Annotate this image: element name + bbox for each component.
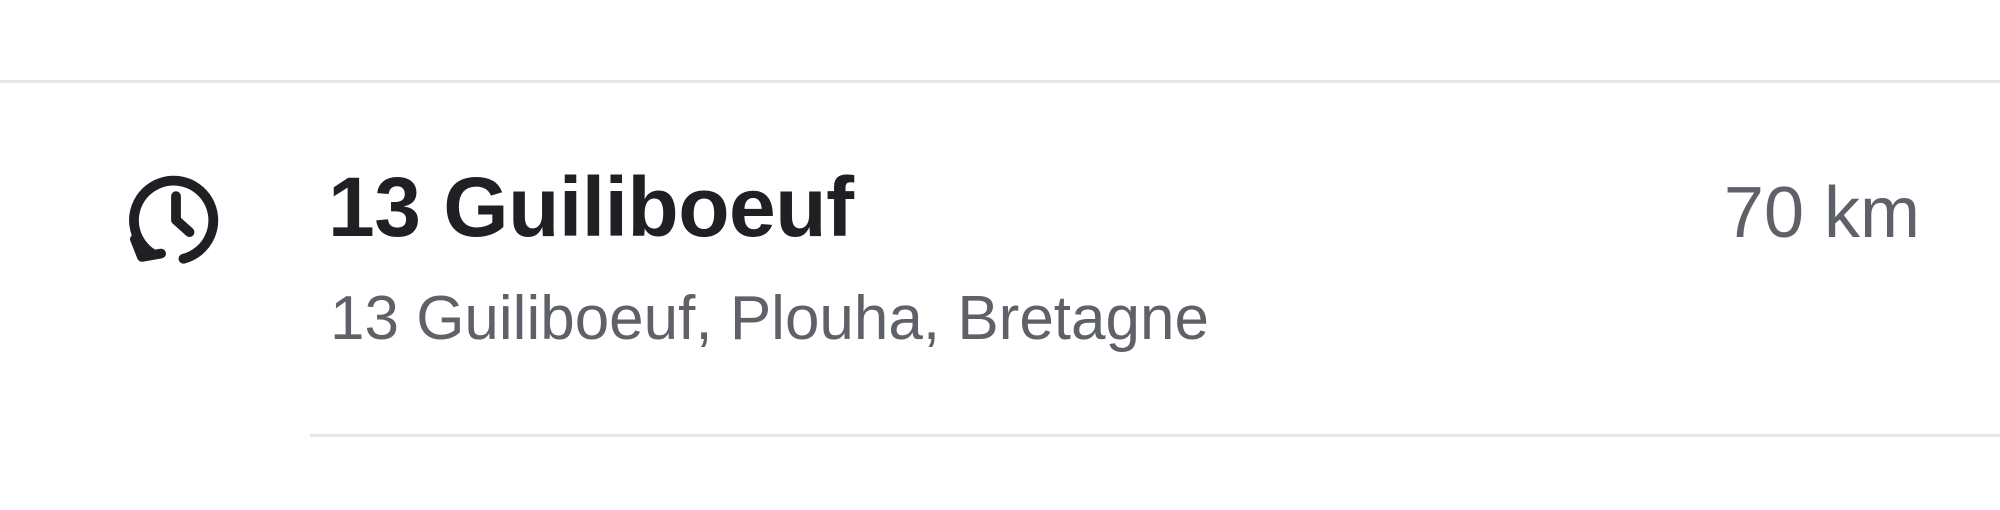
- place-address: 13 Guiliboeuf, Plouha, Bretagne: [330, 284, 1209, 353]
- recent-search-result[interactable]: 13 Guiliboeuf 13 Guiliboeuf, Plouha, Bre…: [0, 83, 2000, 436]
- bottom-divider: [310, 434, 2000, 437]
- distance-label: 70 km: [1723, 173, 1920, 253]
- place-title: 13 Guiliboeuf: [328, 160, 854, 254]
- history-icon: [120, 164, 232, 276]
